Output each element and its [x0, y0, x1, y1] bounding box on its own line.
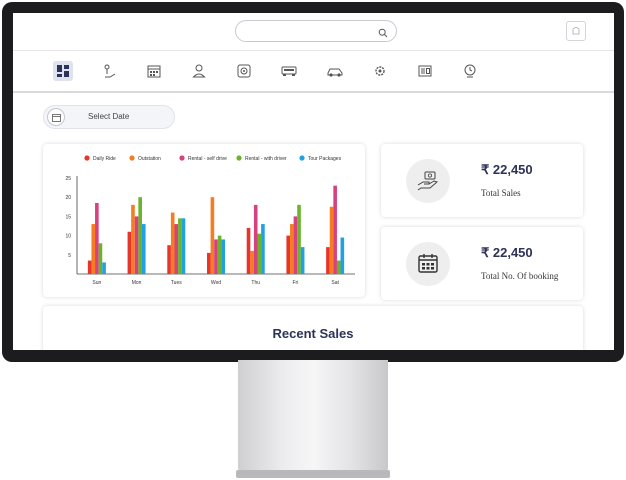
- app-screen: Select Date 5 10 15 20 25 Daily Ride Outstatio…: [13, 13, 614, 350]
- monitor-frame: Select Date 5 10 15 20 25 Daily Ride Outstatio…: [2, 2, 624, 362]
- legend-label: Tour Packages: [308, 156, 342, 162]
- legend-label: Rental - self drive: [188, 156, 227, 162]
- user-icon[interactable]: [189, 61, 209, 81]
- bar: [293, 216, 298, 274]
- bar: [333, 185, 337, 274]
- id-card-icon[interactable]: [415, 61, 435, 81]
- y-tick-label: 10: [65, 234, 71, 240]
- bar: [87, 260, 92, 274]
- monitor-stand-base: [236, 470, 390, 478]
- bar: [141, 224, 146, 274]
- settings-icon[interactable]: [370, 61, 390, 81]
- bar: [214, 239, 218, 274]
- legend-label: Daily Ride: [93, 156, 116, 162]
- bar: [253, 204, 258, 274]
- bar: [131, 204, 135, 274]
- notification-icon[interactable]: [566, 21, 586, 41]
- recent-sales-title: Recent Sales: [272, 326, 354, 341]
- y-tick-label: 15: [65, 214, 71, 220]
- x-tick-label: Sun: [92, 280, 101, 286]
- bar: [138, 197, 142, 274]
- dashboard-icon[interactable]: [53, 61, 73, 81]
- bar: [297, 204, 301, 274]
- date-picker-label: Select Date: [88, 112, 130, 121]
- money-hand-icon: [406, 159, 450, 203]
- calendar-grid-icon[interactable]: [144, 61, 164, 81]
- x-tick-label: Fri: [293, 280, 299, 286]
- date-picker[interactable]: Select Date: [43, 105, 175, 129]
- x-tick-label: Sat: [331, 280, 339, 286]
- total-sales-card: ₹ 22,450 Total Sales: [381, 144, 583, 217]
- total-sales-value: ₹ 22,450: [481, 162, 533, 177]
- total-booking-value: ₹ 22,450: [481, 245, 533, 260]
- bar: [134, 216, 139, 274]
- calendar-icon[interactable]: [47, 108, 65, 126]
- bar: [170, 212, 175, 274]
- bar: [95, 202, 99, 274]
- top-bar: [13, 13, 614, 51]
- bar: [300, 247, 305, 274]
- bar: [257, 233, 262, 274]
- x-tick-label: Wed: [211, 280, 221, 286]
- legend-swatch: [129, 155, 135, 161]
- bar: [326, 247, 330, 274]
- monitor-stand: [238, 360, 388, 472]
- total-sales-label: Total Sales: [481, 188, 521, 198]
- bar: [336, 260, 341, 274]
- search-icon[interactable]: [378, 25, 388, 43]
- recent-sales-card: Recent Sales: [43, 306, 583, 350]
- booking-calendar-icon: [406, 242, 450, 286]
- ride-icon[interactable]: [100, 61, 120, 81]
- bar-chart: 5 10 15 20 25 Daily Ride Outstation Rental - se…: [65, 155, 355, 286]
- total-booking-card: ₹ 22,450 Total No. Of booking: [381, 227, 583, 300]
- legend-label: Outstation: [138, 156, 161, 162]
- bar: [181, 218, 186, 274]
- y-tick-label: 20: [65, 195, 71, 201]
- bar: [174, 224, 179, 274]
- legend-swatch: [84, 155, 90, 161]
- y-tick-label: 5: [68, 253, 71, 259]
- fingerprint-icon[interactable]: [234, 61, 254, 81]
- bar: [246, 227, 251, 274]
- bar: [207, 252, 211, 274]
- x-tick-label: Tues: [171, 280, 182, 286]
- legend-swatch: [179, 155, 185, 161]
- bar: [210, 197, 215, 274]
- bar: [91, 224, 96, 274]
- bar: [102, 262, 106, 274]
- legend-swatch: [236, 155, 242, 161]
- bar: [261, 224, 265, 274]
- bar: [286, 235, 291, 274]
- car-icon[interactable]: [325, 61, 345, 81]
- bar: [250, 250, 254, 274]
- legend-label: Rental - with driver: [245, 156, 287, 162]
- bar: [127, 231, 132, 274]
- bar: [178, 218, 182, 274]
- nav-bar: [13, 51, 614, 93]
- bar: [221, 239, 225, 274]
- bar: [290, 224, 294, 274]
- total-booking-label: Total No. Of booking: [481, 271, 559, 281]
- bar: [167, 245, 171, 274]
- bar: [98, 243, 103, 274]
- bar: [340, 237, 345, 274]
- x-tick-label: Mon: [132, 280, 142, 286]
- search-input[interactable]: [235, 20, 397, 42]
- y-tick-label: 25: [65, 176, 71, 182]
- sales-chart-card: 5 10 15 20 25 Daily Ride Outstation Rental - se…: [43, 144, 365, 297]
- clock-user-icon[interactable]: [460, 61, 480, 81]
- legend-swatch: [299, 155, 305, 161]
- bar: [329, 206, 334, 274]
- bar: [217, 235, 222, 274]
- vehicle-front-icon[interactable]: [279, 61, 299, 81]
- x-tick-label: Thu: [251, 280, 260, 286]
